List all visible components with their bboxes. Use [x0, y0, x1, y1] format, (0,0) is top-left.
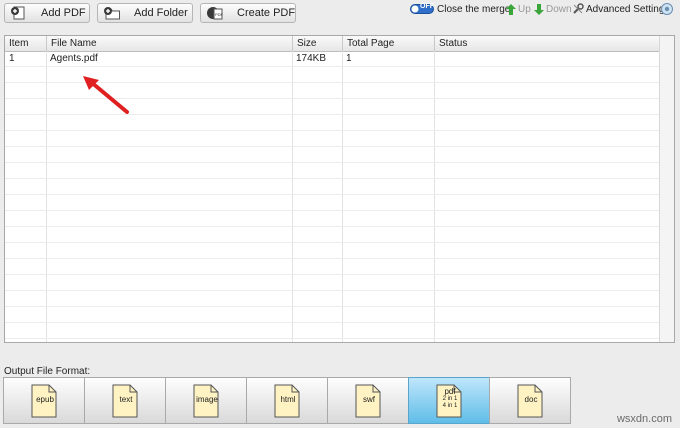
cell-total-page: 1 [346, 53, 352, 64]
format-html-label: html [280, 395, 296, 404]
row-gridline [5, 338, 660, 339]
row-gridline [5, 130, 660, 131]
up-arrow-icon [506, 3, 516, 15]
vertical-scrollbar[interactable] [659, 36, 674, 342]
red-arrow-annotation [83, 76, 129, 114]
up-label: Up [518, 3, 531, 15]
format-doc[interactable]: doc [489, 377, 571, 424]
cell-size: 174KB [296, 53, 327, 64]
row-gridline [5, 306, 660, 307]
create-pdf-icon: PDF [207, 7, 224, 20]
create-pdf-label: Create PDF [237, 7, 296, 19]
format-pdf[interactable]: pdf 2 in 1 4 in 1 [408, 377, 490, 424]
add-folder-button[interactable]: Add Folder [97, 3, 193, 23]
add-folder-icon [104, 7, 120, 20]
format-pdf-label: pdf [444, 387, 456, 396]
row-gridline [5, 178, 660, 179]
format-text[interactable]: text [84, 377, 166, 424]
add-pdf-button[interactable]: Add PDF [4, 3, 90, 23]
wrench-icon [573, 3, 584, 14]
cell-file-name: Agents.pdf [50, 53, 98, 64]
add-folder-label: Add Folder [134, 7, 188, 19]
down-label: Down [546, 3, 572, 15]
row-gridline [5, 146, 660, 147]
format-html[interactable]: html [246, 377, 328, 424]
format-image[interactable]: image [165, 377, 247, 424]
column-header-item[interactable]: Item [5, 36, 47, 51]
row-gridline [5, 274, 660, 275]
advanced-settings-label: Advanced Settings [586, 3, 670, 15]
row-gridline [5, 210, 660, 211]
close-merger-toggle[interactable]: OFF Close the merger [410, 2, 514, 16]
close-merger-label: Close the merger [437, 3, 514, 15]
row-gridline [5, 162, 660, 163]
advanced-settings-button[interactable]: Advanced Settings [572, 2, 669, 16]
watermark: wsxdn.com [616, 413, 672, 425]
format-swf-label: swf [363, 395, 375, 404]
output-format-label: Output File Format: [4, 366, 91, 377]
format-epub-label: epub [36, 395, 54, 404]
row-gridline [5, 66, 660, 67]
row-gridline [5, 194, 660, 195]
down-button[interactable]: Down [534, 2, 572, 16]
down-arrow-icon [534, 3, 544, 15]
svg-text:PDF: PDF [215, 12, 224, 17]
row-gridline [5, 322, 660, 323]
row-gridline [5, 290, 660, 291]
format-image-label: image [196, 395, 218, 404]
row-gridline [5, 226, 660, 227]
column-header-status[interactable]: Status [435, 36, 660, 51]
create-pdf-button[interactable]: PDF Create PDF [200, 3, 296, 23]
table-header: Item File Name Size Total Page Status [5, 36, 674, 52]
format-swf[interactable]: swf [327, 377, 409, 424]
format-pdf-line-2: 4 in 1 [442, 403, 458, 409]
up-button[interactable]: Up [506, 2, 531, 16]
format-text-label: text [119, 395, 133, 404]
output-format-bar: epub text image html swf pdf 2 in 1 4 in… [3, 377, 579, 424]
format-pdf-line-1: 2 in 1 [442, 396, 458, 402]
format-epub[interactable]: epub [3, 377, 85, 424]
add-pdf-label: Add PDF [41, 7, 86, 19]
column-header-size[interactable]: Size [293, 36, 343, 51]
format-doc-label: doc [524, 395, 538, 404]
column-header-total-page[interactable]: Total Page [343, 36, 435, 51]
cell-item: 1 [9, 53, 15, 64]
row-gridline [5, 258, 660, 259]
file-list-table[interactable]: Item File Name Size Total Page Status 1 … [4, 35, 675, 343]
column-header-file-name[interactable]: File Name [47, 36, 293, 51]
row-gridline [5, 242, 660, 243]
add-pdf-icon [11, 6, 25, 20]
toggle-state: OFF [420, 3, 434, 10]
help-icon[interactable] [661, 3, 673, 15]
